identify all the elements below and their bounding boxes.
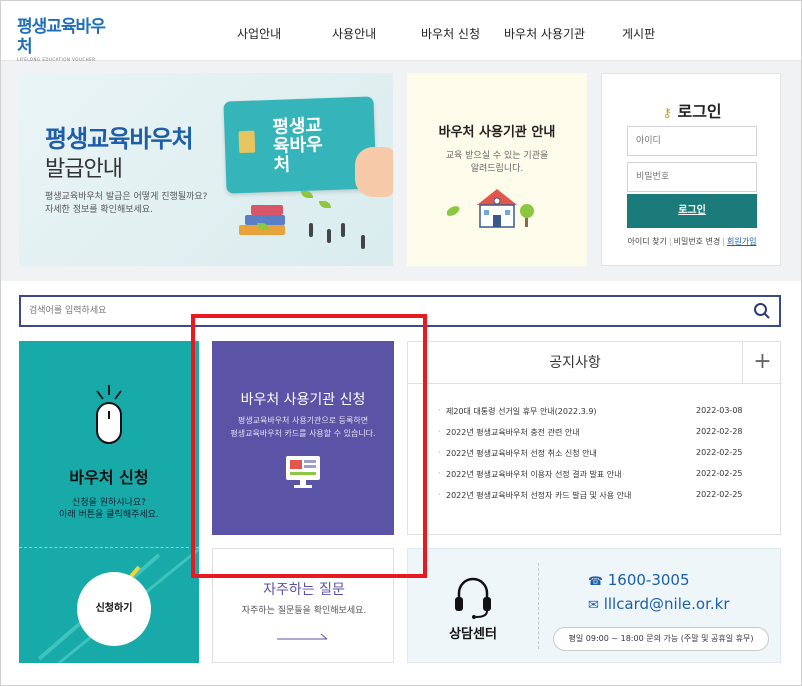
card-logo-text: 평생교육바우처 (272, 115, 324, 176)
notice-item[interactable]: · 2022년 평생교육바우처 선정 취소 신청 안내 2022-02-25 (438, 446, 772, 467)
voucher-apply-desc: 아래 버튼을 클릭해주세요. (59, 510, 159, 520)
login-title: ⚷ 로그인 (602, 98, 782, 122)
leaf-decoration (301, 191, 313, 198)
institution-info-title: 바우처 사용기관 안내 (438, 125, 556, 140)
notice-item-date: 2022-03-08 (696, 406, 743, 415)
headset-icon (455, 577, 491, 619)
voucher-card-illustration: 평생교육바우처 (223, 96, 377, 194)
highlight-box (191, 314, 427, 578)
institution-info-panel[interactable]: 바우처 사용기관 안내 교육 받으실 수 있는 기관을 알려드립니다. (407, 73, 587, 266)
banner-subtitle: 발급안내 (45, 157, 123, 182)
change-password-link[interactable]: 비밀번호 변경 (674, 237, 721, 246)
site-header: 평생교육바우처 LIFELONG EDUCATION VOUCHER 사업안내 … (1, 1, 801, 62)
notice-item[interactable]: · 2022년 평생교육바우처 이용자 선정 결과 발표 안내 2022-02-25 (438, 467, 772, 488)
leaf-decoration (319, 201, 331, 208)
hand-illustration (355, 147, 393, 197)
search-icon[interactable] (753, 302, 771, 320)
nav-voucher-apply[interactable]: 바우처 신청 (421, 25, 480, 42)
institution-info-desc: 교육 받으실 수 있는 기관을 (445, 151, 549, 161)
bullet-icon: · (438, 427, 441, 436)
contact-center: 상담센터 ☎ 1600-3005 ✉ lllcard@nile.or.kr 평일… (407, 548, 781, 663)
email-address-text: lllcard@nile.or.kr (603, 595, 730, 613)
site-logo[interactable]: 평생교육바우처 LIFELONG EDUCATION VOUCHER (17, 17, 113, 62)
notice-item-title: 2022년 평생교육바우처 선정자 카드 발급 및 사용 안내 (446, 491, 632, 500)
login-button[interactable]: 로그인 (627, 194, 757, 228)
login-title-text: 로그인 (677, 102, 722, 121)
user-id-input[interactable] (627, 126, 757, 156)
notice-more-button[interactable]: + (742, 342, 782, 384)
voucher-apply-title: 바우처 신청 (69, 468, 149, 487)
person-figure (361, 235, 365, 249)
notice-item-title: 제20대 대통령 선거일 휴무 안내(2022.3.9) (446, 407, 597, 416)
bullet-icon: · (438, 448, 441, 457)
notice-item-date: 2022-02-25 (696, 490, 743, 499)
password-input[interactable] (627, 162, 757, 192)
person-figure (327, 229, 331, 243)
page-frame: 평생교육바우처 LIFELONG EDUCATION VOUCHER 사업안내 … (0, 0, 802, 686)
nav-business-info[interactable]: 사업안내 (237, 25, 281, 42)
email-address[interactable]: ✉ lllcard@nile.or.kr (588, 595, 729, 613)
notice-item[interactable]: · 2022년 평생교육바우처 선정자 카드 발급 및 사용 안내 2022-02-… (438, 488, 772, 509)
contact-center-title: 상담센터 (449, 627, 497, 642)
bullet-icon: · (438, 469, 441, 478)
key-icon: ⚷ (662, 106, 672, 121)
nav-board[interactable]: 게시판 (622, 25, 655, 42)
notice-item[interactable]: · 2022년 평생교육바우처 충전 관련 안내 2022-02-28 (438, 425, 772, 446)
notice-item-title: 2022년 평생교육바우처 이용자 선정 결과 발표 안내 (446, 470, 622, 479)
divider (538, 563, 539, 649)
voucher-apply-box: 바우처 신청 신청을 원하시나요? 아래 버튼을 클릭해주세요. 신청하기 (19, 341, 199, 663)
banner-title: 평생교육바우처 (45, 125, 194, 153)
faq-desc: 자주하는 질문들을 확인해보세요. (241, 606, 367, 616)
person-figure (341, 223, 345, 237)
notice-item[interactable]: · 제20대 대통령 선거일 휴무 안내(2022.3.9) 2022-03-08 (438, 404, 772, 425)
separator: | (722, 237, 725, 246)
apply-now-button[interactable]: 신청하기 (77, 572, 151, 646)
books-illustration (235, 205, 315, 239)
phone-number: ☎ 1600-3005 (588, 571, 690, 589)
banner-description: 평생교육바우처 발급은 어떻게 진행될까요? (45, 192, 208, 202)
nav-usage-info[interactable]: 사용안내 (332, 25, 376, 42)
school-building-icon (447, 189, 534, 228)
logo-text: 평생교육바우처 (17, 17, 106, 57)
phone-icon: ☎ (588, 574, 603, 588)
login-panel: ⚷ 로그인 로그인 아이디 찾기|비밀번호 변경|회원가입 (601, 73, 781, 266)
mail-icon: ✉ (588, 598, 599, 613)
nav-voucher-institutions[interactable]: 바우처 사용기관 (504, 25, 585, 42)
institution-info-desc: 알려드립니다. (470, 164, 524, 174)
notice-item-date: 2022-02-25 (696, 448, 743, 457)
bullet-icon: · (438, 406, 441, 415)
faq-title: 자주하는 질문 (263, 582, 345, 598)
notice-board: 공지사항 + · 제20대 대통령 선거일 휴무 안내(2022.3.9) 2022… (407, 341, 782, 535)
notice-item-date: 2022-02-25 (696, 469, 743, 478)
card-chip-icon (238, 130, 256, 154)
banner-description: 자세한 정보를 확인해보세요. (45, 205, 153, 215)
bullet-icon: · (438, 490, 441, 499)
notice-item-title: 2022년 평생교육바우처 충전 관련 안내 (446, 428, 580, 437)
arrow-right-icon (277, 633, 328, 640)
business-hours: 평일 09:00 ~ 18:00 문의 가능 (주말 및 공휴일 휴무) (553, 627, 769, 651)
notice-list: · 제20대 대통령 선거일 휴무 안내(2022.3.9) 2022-03-08 … (438, 404, 772, 509)
mouse-icon (96, 385, 122, 444)
voucher-issue-banner[interactable]: 평생교육바우처 발급안내 평생교육바우처 발급은 어떻게 진행될까요? 자세한 … (19, 73, 393, 266)
notice-item-date: 2022-02-28 (696, 427, 743, 436)
separator: | (668, 237, 672, 246)
join-link[interactable]: 회원가입 (727, 237, 756, 246)
find-id-link[interactable]: 아이디 찾기 (628, 237, 667, 246)
login-links: 아이디 찾기 | 비밀번호 변경 | 회원가입 (602, 236, 782, 247)
notice-title: 공지사항 (408, 342, 742, 384)
person-figure (309, 223, 313, 237)
phone-number-text: 1600-3005 (607, 571, 690, 589)
notice-item-title: 2022년 평생교육바우처 선정 취소 신청 안내 (446, 449, 597, 458)
